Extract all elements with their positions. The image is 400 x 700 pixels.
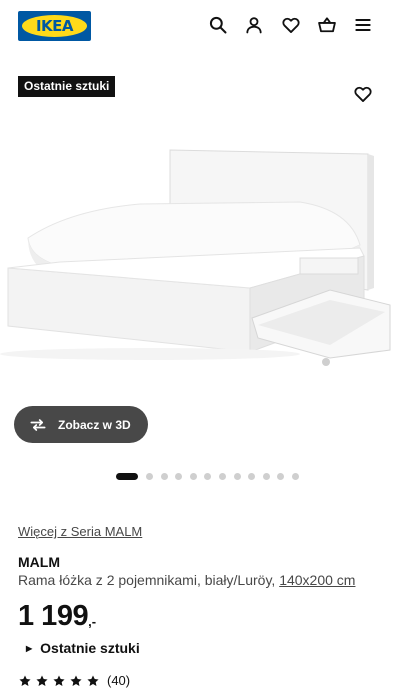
gallery-dot[interactable]	[291, 472, 299, 480]
logo-oval: IKEA	[22, 15, 87, 37]
star-icon	[70, 674, 82, 686]
menu-icon[interactable]	[352, 14, 374, 36]
price-suffix: ,-	[88, 614, 97, 629]
gallery-dot[interactable]	[248, 472, 256, 480]
star-icon	[53, 674, 65, 686]
star-icon	[87, 674, 99, 686]
gallery-dot[interactable]	[233, 472, 241, 480]
view-3d-label: Zobacz w 3D	[58, 417, 131, 432]
gallery-dot[interactable]	[218, 472, 226, 480]
caret-right-icon: ▶	[26, 643, 33, 653]
basket-icon[interactable]	[316, 14, 338, 36]
favourite-heart-icon[interactable]	[352, 83, 374, 105]
gallery-pagination	[116, 471, 307, 481]
star-icon	[19, 674, 31, 686]
heart-icon[interactable]	[280, 14, 302, 36]
gallery-dot[interactable]	[160, 472, 168, 480]
product-description-text: Rama łóżka z 2 pojemnikami, biały/Luröy,	[18, 572, 280, 588]
price-main: 1 199	[18, 600, 89, 632]
site-header: IKEA	[0, 0, 400, 56]
search-icon[interactable]	[207, 14, 229, 36]
bed-product-image[interactable]	[0, 140, 400, 400]
product-rating[interactable]: (40)	[18, 673, 130, 688]
gallery-dot[interactable]	[262, 472, 270, 480]
rating-count: (40)	[107, 673, 131, 688]
gallery-dot[interactable]	[189, 472, 197, 480]
view-3d-button[interactable]: Zobacz w 3D	[14, 406, 148, 443]
logo-text: IKEA	[35, 17, 74, 35]
gallery-dot[interactable]	[146, 472, 153, 480]
product-name: MALM	[18, 554, 60, 570]
size-link[interactable]: 140x200 cm	[279, 572, 355, 588]
stock-status-label: Ostatnie sztuki	[40, 640, 140, 656]
last-items-badge: Ostatnie sztuki	[18, 76, 116, 97]
gallery-dot[interactable]	[116, 472, 138, 480]
stock-status-toggle[interactable]: ▶ Ostatnie sztuki	[26, 640, 140, 656]
gallery-dot[interactable]	[175, 472, 183, 480]
series-link[interactable]: Więcej z Seria MALM	[18, 524, 142, 539]
product-price: 1 199 ,-	[18, 600, 96, 633]
rotate-3d-icon	[30, 418, 46, 431]
star-icon	[36, 674, 48, 686]
gallery-dot[interactable]	[277, 472, 285, 480]
ikea-logo[interactable]: IKEA	[18, 11, 91, 41]
gallery-dot[interactable]	[204, 472, 212, 480]
user-icon[interactable]	[243, 14, 265, 36]
product-description: Rama łóżka z 2 pojemnikami, biały/Luröy,…	[18, 572, 355, 588]
